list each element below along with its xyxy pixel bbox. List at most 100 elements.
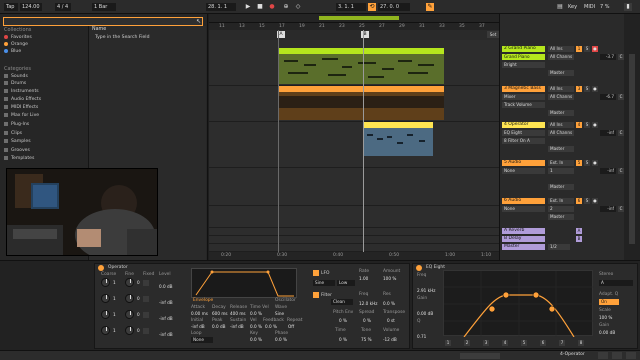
lfo-toggle[interactable]	[313, 270, 319, 276]
key-value[interactable]: 0.0 %	[250, 337, 262, 342]
device-on-icon[interactable]	[416, 265, 422, 271]
input-type[interactable]: All Ins	[548, 46, 574, 52]
sustain-value[interactable]: -inf dB	[230, 324, 244, 329]
time-value[interactable]: 0 %	[339, 337, 347, 342]
volume-value[interactable]: -inf	[600, 168, 616, 174]
track-lane-grand-piano[interactable]	[209, 40, 499, 86]
level-value[interactable]: -inf dB	[159, 300, 173, 305]
cue-out-value[interactable]: 1/2	[548, 244, 570, 250]
master-lane[interactable]	[209, 244, 499, 252]
category-grooves[interactable]: Grooves	[4, 147, 82, 154]
q-value[interactable]: 0.71	[417, 334, 426, 339]
automation-lane[interactable]	[278, 96, 444, 108]
solo-button[interactable]: S	[584, 160, 590, 166]
mixer-scrollbar[interactable]	[624, 14, 640, 260]
lfo-wave-menu[interactable]: Sine	[313, 280, 335, 286]
input-channel[interactable]: All Channs	[548, 94, 574, 100]
lfo-rate-value[interactable]: 1.00	[359, 276, 368, 281]
device-on-icon[interactable]	[98, 265, 104, 271]
automation-arm-button[interactable]: ◇	[294, 3, 302, 11]
solo-button[interactable]: S	[584, 46, 590, 52]
lfo-range-menu[interactable]: Low	[337, 280, 355, 286]
volume-value[interactable]: -inf	[600, 130, 616, 136]
midi-clip[interactable]	[363, 122, 433, 156]
gain-value[interactable]: 0.00 dB	[417, 311, 433, 316]
filter-toggle[interactable]	[313, 292, 319, 298]
scale-value[interactable]: 100 %	[599, 315, 612, 320]
loop-switch[interactable]: ⟲	[368, 3, 376, 11]
volume-value[interactable]: -6.7	[600, 94, 616, 100]
decay-value[interactable]: 600 ms	[212, 311, 228, 316]
fixed-toggle-b[interactable]	[143, 296, 149, 302]
overview-visible-region[interactable]	[319, 16, 399, 20]
input-type[interactable]: All Ins	[548, 86, 574, 92]
track-activator[interactable]: 1	[576, 46, 582, 52]
output-routing[interactable]: Master	[548, 214, 574, 220]
band-button[interactable]: 6	[540, 340, 546, 346]
track-activator[interactable]: 4	[576, 122, 582, 128]
peak-value[interactable]: 0.0 dB	[212, 324, 226, 329]
band-button[interactable]: 4	[502, 340, 508, 346]
lfo-amount-value[interactable]: 100 %	[383, 276, 396, 281]
level-value[interactable]: -inf dB	[159, 332, 173, 337]
tap-button[interactable]: Tap	[4, 3, 18, 11]
solo-button[interactable]: S	[584, 86, 590, 92]
envelope-display[interactable]	[191, 268, 297, 298]
track-name[interactable]: 3 Magnetic Bass	[502, 86, 545, 92]
release-value[interactable]: 400 ms	[230, 311, 246, 316]
macro-chooser[interactable]: Bright	[502, 62, 545, 68]
arm-button[interactable]: ●	[592, 160, 598, 166]
arm-button[interactable]: ●	[592, 198, 598, 204]
overview-bar[interactable]	[209, 14, 499, 22]
category-plug-ins[interactable]: Plug-Ins	[4, 121, 82, 128]
wave-value[interactable]: Sine	[275, 311, 284, 316]
output-routing[interactable]: Master	[548, 146, 574, 152]
return-activator-b[interactable]: B	[576, 236, 582, 242]
track-activator[interactable]: 5	[576, 160, 582, 166]
fine-knob-a[interactable]	[125, 278, 134, 287]
band-button[interactable]: 1	[445, 340, 451, 346]
output-routing[interactable]: Master	[548, 184, 574, 190]
category-max-for-live[interactable]: Max for Live	[4, 112, 82, 119]
overdub-button[interactable]: ⊕	[282, 3, 290, 11]
track-name[interactable]: 2 Grand Piano	[502, 46, 545, 52]
input-channel[interactable]: All Channs	[548, 54, 574, 60]
adapt-q-toggle[interactable]: On	[599, 299, 619, 305]
pitch-env-value[interactable]: 0 %	[339, 318, 347, 323]
arm-button[interactable]: ●	[592, 122, 598, 128]
collection-blue[interactable]: Blue	[4, 48, 82, 55]
envelope-tab[interactable]: Envelope	[193, 298, 213, 303]
solo-button[interactable]: S	[584, 122, 590, 128]
freq-value[interactable]: 2.91 kHz	[417, 288, 435, 293]
midi-clip[interactable]	[278, 48, 444, 84]
band-button[interactable]: 7	[559, 340, 565, 346]
input-channel[interactable]: All Channs	[548, 130, 574, 136]
detail-view-toggle-icon[interactable]	[626, 352, 636, 359]
midi-clip[interactable]	[278, 86, 444, 120]
coarse-knob-c[interactable]	[101, 310, 110, 319]
tone-value[interactable]: 75 %	[361, 337, 372, 342]
initial-value[interactable]: -inf dB	[191, 324, 205, 329]
input-type[interactable]: Ext. In	[548, 160, 574, 166]
fixed-toggle-a[interactable]	[143, 280, 149, 286]
midi-map-button[interactable]: MIDI	[582, 3, 595, 11]
device-chooser[interactable]: None	[502, 206, 545, 212]
band-button[interactable]: 8	[578, 340, 584, 346]
filter-freq-value[interactable]: 12.0 kHz	[359, 301, 377, 306]
parameter-chooser[interactable]: 8 Filter On A	[502, 138, 545, 144]
view-toggle-icon[interactable]	[598, 352, 608, 359]
keyboard-icon[interactable]: ▤	[556, 3, 564, 11]
category-instruments[interactable]: Instruments	[4, 88, 82, 95]
category-drums[interactable]: Drums	[4, 80, 82, 87]
category-midi-effects[interactable]: MIDI Effects	[4, 104, 82, 111]
clip-header[interactable]	[278, 86, 444, 92]
time-vel-value[interactable]: 0.0 %	[250, 311, 262, 316]
volume-value[interactable]: -3.7	[600, 54, 616, 60]
loop-mode-menu[interactable]: None	[191, 337, 213, 343]
volume-value[interactable]: -12 dB	[383, 337, 397, 342]
input-channel[interactable]: 1	[548, 168, 574, 174]
input-channel[interactable]: 2	[548, 206, 574, 212]
scroll-thumb[interactable]	[629, 54, 635, 244]
category-clips[interactable]: Clips	[4, 130, 82, 137]
spread-value[interactable]: 0 %	[363, 318, 371, 323]
